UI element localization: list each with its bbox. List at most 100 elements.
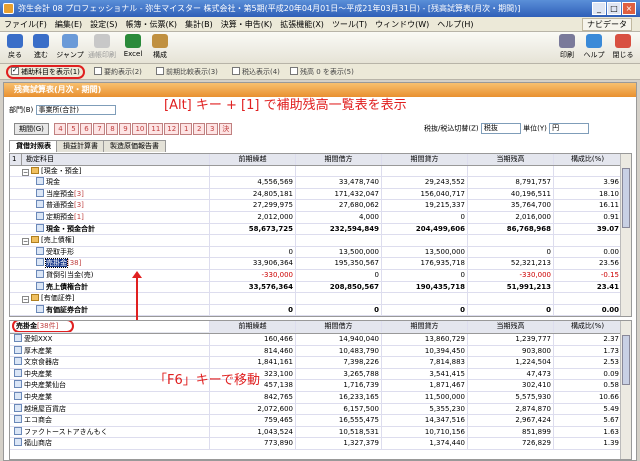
sub-header-balance: 当期残高	[468, 321, 554, 332]
layout-button[interactable]: 構成	[148, 34, 172, 62]
table-row[interactable]: 貸倒引当金(売) -330,000 0 0 -330,000 -0.15	[10, 269, 631, 282]
menu-file[interactable]: ファイル(F)	[0, 17, 51, 32]
month-3[interactable]: 3	[206, 123, 219, 135]
navi-data-button[interactable]: ナビデータ	[582, 18, 632, 31]
month-12[interactable]: 12	[164, 123, 180, 135]
menu-books[interactable]: 帳簿・伝票(K)	[121, 17, 181, 32]
table-row[interactable]: 受取手形 0 13,500,000 13,500,000 0 0.00	[10, 246, 631, 259]
prior-compare-option[interactable]: 前期比較表示(3)	[156, 67, 218, 77]
value-cell: 842,765	[210, 391, 296, 403]
month-11[interactable]: 11	[148, 123, 164, 135]
value-cell: 35,764,700	[468, 200, 554, 212]
collapse-icon[interactable]: −	[22, 296, 29, 304]
month-1[interactable]: 1	[180, 123, 193, 135]
menu-help[interactable]: ヘルプ(H)	[433, 17, 477, 32]
table-row[interactable]: 越境屋百貨店 2,072,600 6,157,500 5,355,230 2,874,8…	[10, 403, 631, 416]
menu-aggregate[interactable]: 集計(B)	[181, 17, 217, 32]
main-scrollbar[interactable]	[620, 154, 631, 316]
period-label[interactable]: 期間(G)	[14, 123, 49, 135]
scroll-thumb[interactable]	[622, 168, 630, 228]
menu-closing[interactable]: 決算・申告(K)	[217, 17, 277, 32]
zero-balance-option[interactable]: 残高 0 を表示(5)	[290, 67, 354, 77]
sub-account-cell: 厚木産業	[10, 345, 210, 357]
value-cell	[554, 293, 622, 305]
maximize-button[interactable]: □	[607, 2, 621, 15]
month-9[interactable]: 9	[119, 123, 132, 135]
app-icon	[3, 3, 14, 14]
jump-button[interactable]: ジャンプ	[56, 34, 84, 62]
scroll-thumb[interactable]	[622, 335, 630, 385]
menu-tools[interactable]: ツール(T)	[328, 17, 371, 32]
value-cell: 2.53	[554, 357, 622, 369]
back-button[interactable]: 戻る	[4, 34, 26, 62]
header-ratio: 構成比(%)	[554, 154, 622, 165]
header-account-label: 勘定科目	[26, 155, 54, 163]
month-5[interactable]: 5	[67, 123, 80, 135]
month-10[interactable]: 10	[132, 123, 148, 135]
table-row[interactable]: 中央産業 323,100 3,265,788 3,541,415 47,473 0.09	[10, 368, 631, 381]
tab-balance-sheet[interactable]: 貸借対照表	[9, 140, 58, 152]
month-4[interactable]: 4	[54, 123, 67, 135]
table-row[interactable]: エコ商会 759,465 16,555,475 14,347,516 2,967,424…	[10, 415, 631, 427]
department-select[interactable]: 事業所(合計)	[35, 105, 116, 115]
table-row[interactable]: 現金 4,556,569 33,478,740 29,243,552 8,791,757…	[10, 177, 631, 189]
table-row[interactable]: 中央産業 842,765 16,233,165 11,500,000 5,575,930…	[10, 391, 631, 404]
value-cell: 4,000	[296, 211, 382, 223]
close-window-button[interactable]: 閉じる	[610, 34, 636, 62]
menu-edit[interactable]: 編集(E)	[51, 17, 86, 32]
minimize-button[interactable]: _	[592, 2, 606, 15]
table-row[interactable]: 愛知XXX 160,466 14,940,040 13,860,729 1,239,77…	[10, 334, 631, 346]
print-button[interactable]: 印刷	[556, 34, 578, 62]
table-row[interactable]: ファクトーストアきんもく 1,043,524 10,518,531 10,710,15…	[10, 426, 631, 439]
table-row[interactable]: 売掛金[38] 33,906,364 195,350,567 176,935,718 5…	[10, 258, 631, 270]
print-preview-button[interactable]: 通帳印刷	[86, 34, 118, 62]
table-row[interactable]: 売上債権合計 33,576,364 208,850,567 190,435,718 51…	[10, 281, 631, 294]
table-row[interactable]: − [現金・預金]	[10, 165, 631, 178]
table-row[interactable]: 普通預金[3] 27,299,975 27,680,062 19,215,337 35,…	[10, 200, 631, 212]
tab-income-statement[interactable]: 損益計算書	[56, 140, 105, 152]
option-label: 補助科目を表示(1)	[21, 68, 80, 76]
table-row[interactable]: 厚木産業 814,460 10,483,790 10,394,450 903,800 1.…	[10, 345, 631, 358]
table-row[interactable]: − [有価証券]	[10, 293, 631, 305]
table-row[interactable]: 定期預金[1] 2,012,000 4,000 0 2,016,000 0.91	[10, 211, 631, 224]
table-row[interactable]: 中央産業仙台 457,138 1,716,739 1,871,467 302,410 0.…	[10, 380, 631, 392]
excel-button[interactable]: Excel	[120, 34, 146, 62]
table-row[interactable]: 福山商店 773,890 1,327,379 1,374,440 726,829 1.39	[10, 438, 631, 450]
value-cell	[554, 235, 622, 247]
forward-button[interactable]: 進む	[30, 34, 52, 62]
menu-settings[interactable]: 設定(S)	[86, 17, 121, 32]
month-6[interactable]: 6	[80, 123, 93, 135]
sub-scrollbar[interactable]	[620, 321, 631, 459]
help-button[interactable]: ヘルプ	[582, 34, 606, 62]
month-8[interactable]: 8	[106, 123, 119, 135]
unit-select[interactable]: 円	[549, 123, 590, 134]
collapse-icon[interactable]: −	[22, 238, 29, 246]
tab-manufacturing-cost[interactable]: 製造原価報告書	[103, 140, 166, 152]
menu-extensions[interactable]: 拡張機能(X)	[276, 17, 328, 32]
account-icon	[36, 177, 44, 186]
close-label: 閉じる	[612, 51, 634, 59]
tax-included-option[interactable]: 税込表示(4)	[232, 67, 280, 77]
table-row[interactable]: 文京食器店 1,841,161 7,398,226 7,814,883 1,224,50…	[10, 357, 631, 369]
layout-icon	[152, 34, 168, 48]
table-row[interactable]: − [売上債権]	[10, 235, 631, 247]
table-row[interactable]: 現金・預金合計 58,673,725 232,594,849 204,499,606 8…	[10, 223, 631, 236]
show-sub-accounts-option[interactable]: 補助科目を表示(1)	[6, 65, 85, 79]
value-cell: 302,410	[468, 380, 554, 392]
month-closing[interactable]: 決	[219, 123, 233, 135]
close-button[interactable]: ×	[622, 2, 636, 15]
summary-option[interactable]: 要約表示(2)	[94, 67, 142, 77]
collapse-icon[interactable]: −	[22, 168, 29, 176]
tax-select[interactable]: 税抜	[480, 123, 521, 134]
table-row[interactable]: 有価証券合計 0 0 0 0 0.00	[10, 304, 631, 317]
value-cell: 2,072,600	[210, 403, 296, 415]
table-row[interactable]: 当座預金[3] 24,805,181 171,432,047 156,040,717 4…	[10, 188, 631, 201]
customer-icon	[14, 426, 22, 435]
value-cell: 1.63	[554, 426, 622, 438]
month-7[interactable]: 7	[93, 123, 106, 135]
account-cell: − [売上債権]	[10, 235, 210, 247]
value-cell: 2,016,000	[468, 211, 554, 223]
value-cell: 0.00	[554, 304, 622, 316]
menu-window[interactable]: ウィンドウ(W)	[371, 17, 433, 32]
month-2[interactable]: 2	[193, 123, 206, 135]
